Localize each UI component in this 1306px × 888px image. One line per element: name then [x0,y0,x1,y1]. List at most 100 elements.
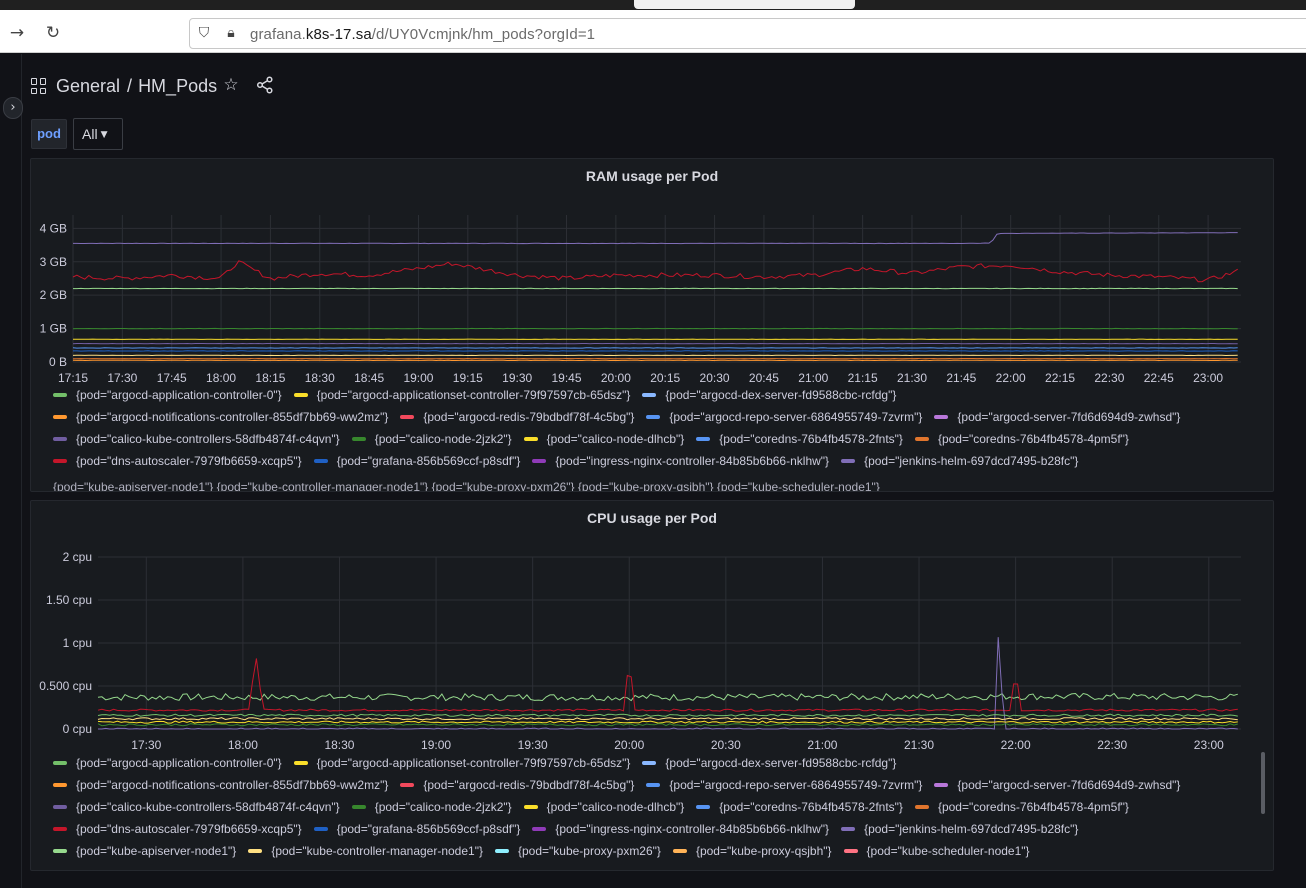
x-tick-label: 22:15 [1045,371,1075,385]
legend-item[interactable]: {pod="calico-kube-controllers-58dfb4874f… [53,800,340,814]
browser-tab[interactable] [634,0,855,9]
legend-item[interactable]: {pod="coredns-76b4fb4578-4pm5f"} [914,800,1129,814]
series-line[interactable] [97,723,1238,727]
page-title[interactable]: HM_Pods [138,76,217,97]
legend-item[interactable]: {pod="coredns-76b4fb4578-4pm5f"} [914,432,1129,446]
legend-row: {pod="calico-kube-controllers-58dfb4874f… [53,431,1141,447]
y-tick-label: 0.500 cpu [39,679,92,693]
legend-swatch [914,805,929,809]
legend-item[interactable]: {pod="kube-scheduler-node1"} [843,844,1030,858]
x-tick-label: 18:30 [305,371,335,385]
x-tick-label: 19:00 [403,371,433,385]
legend-row: {pod="calico-kube-controllers-58dfb4874f… [53,799,1141,815]
legend-item[interactable]: {pod="argocd-redis-79bdbdf78f-4c5bg"} [400,778,634,792]
url-text[interactable]: grafana.k8s-17.sa/d/UY0Vcmjnk/hm_pods?or… [250,26,595,43]
ram-usage-panel[interactable]: RAM usage per Pod 0 B1 GB 2 GB 3 GB 4 GB 17:… [30,158,1274,492]
series-line[interactable] [97,692,1238,702]
legend-item[interactable]: {pod="calico-node-2jzk2"} [351,800,512,814]
ram-usage-chart[interactable]: 0 B 1 GB 2 GB 3 GB 4 GB 17:15 17:30 17:45 18:00 1… [31,159,1274,389]
star-icon[interactable]: ☆ [221,75,241,95]
x-tick-label: 19:45 [552,371,582,385]
legend-item[interactable]: {pod="argocd-repo-server-6864955749-7zvr… [646,778,922,792]
series-line[interactable] [97,717,1238,721]
variable-select-pod[interactable]: All ▼ [73,118,123,150]
legend-item[interactable]: {pod="ingress-nginx-controller-84b85b6b6… [532,454,829,468]
legend-item[interactable]: {pod="calico-node-2jzk2"} [351,432,512,446]
cpu-usage-panel[interactable]: CPU usage per Pod 0 cpu 0.500 cpu 1 cpu 1.5… [30,500,1274,871]
legend-item[interactable]: {pod="kube-controller-manager-node1"} [248,844,483,858]
legend-item[interactable]: {pod="argocd-notifications-controller-85… [53,410,388,424]
legend-item[interactable]: {pod="kube-proxy-pxm26"} [494,844,661,858]
legend-scrollbar[interactable] [1261,752,1265,814]
legend-label: {pod="argocd-dex-server-fd9588cbc-rcfdg"… [665,388,897,402]
legend-item[interactable]: {pod="grafana-856b569ccf-p8sdf"} [313,454,520,468]
series-line[interactable] [97,720,1238,724]
legend-label: {pod="argocd-repo-server-6864955749-7zvr… [669,410,923,424]
legend-row-clipped: {pod="kube-apiserver-node1"} {pod="kube-… [53,480,880,492]
legend-label: {pod="dns-autoscaler-7979fb6659-xcqp5"} [76,822,302,836]
y-tick-label: 1 cpu [63,636,92,650]
x-tick-label: 20:30 [700,371,730,385]
legend-label: {pod="kube-proxy-pxm26"} [517,844,661,858]
arrow-right-icon[interactable]: → [6,22,28,44]
series-line[interactable] [73,232,1238,245]
legend-item[interactable]: {pod="calico-kube-controllers-58dfb4874f… [53,432,340,446]
legend-item[interactable]: {pod="argocd-dex-server-fd9588cbc-rcfdg"… [642,756,896,770]
legend-item[interactable]: {pod="argocd-notifications-controller-85… [53,778,388,792]
legend-swatch [53,805,67,809]
y-tick-label: 2 cpu [63,550,92,564]
x-tick-label: 21:00 [807,738,837,752]
breadcrumb-folder[interactable]: General [56,76,120,97]
legend-swatch [841,827,856,831]
legend-swatch [313,459,328,463]
chevron-right-icon[interactable]: › [3,97,23,119]
x-tick-label: 19:30 [518,738,548,752]
legend-swatch [841,459,856,463]
legend-item[interactable]: {pod="jenkins-helm-697dcd7495-b28fc"} [841,822,1078,836]
legend-item[interactable]: {pod="argocd-redis-79bdbdf78f-4c5bg"} [400,410,634,424]
series-line[interactable] [97,658,1238,712]
cpu-usage-chart[interactable]: 0 cpu 0.500 cpu 1 cpu 1.50 cpu 2 cpu 17:30 18:… [31,501,1274,753]
y-tick-label: 1 GB [40,322,67,336]
legend-item[interactable]: {pod="argocd-applicationset-controller-7… [293,756,630,770]
series-line[interactable] [72,260,1238,283]
legend-item[interactable]: {pod="argocd-dex-server-fd9588cbc-rcfdg"… [642,388,896,402]
legend-item[interactable]: {pod="calico-node-dlhcb"} [523,800,684,814]
legend-item[interactable]: {pod="argocd-server-7fd6d694d9-zwhsd"} [934,778,1180,792]
legend-item[interactable]: {pod="jenkins-helm-697dcd7495-b28fc"} [841,454,1078,468]
share-icon[interactable] [255,75,275,95]
legend-swatch [696,805,711,809]
x-tick-label: 21:30 [904,738,934,752]
reload-icon[interactable]: ↻ [42,22,64,44]
legend-item[interactable]: {pod="grafana-856b569ccf-p8sdf"} [313,822,520,836]
legend-item[interactable]: {pod="coredns-76b4fb4578-2fnts"} [696,800,903,814]
legend-item[interactable]: {pod="kube-proxy-qsjbh"} [672,844,832,858]
x-tick-label: 21:15 [848,371,878,385]
shield-icon[interactable]: ⛉ [195,24,213,42]
legend-item[interactable]: {pod="argocd-applicationset-controller-7… [293,388,630,402]
legend-item[interactable]: {pod="dns-autoscaler-7979fb6659-xcqp5"} [53,822,302,836]
legend-label: {pod="jenkins-helm-697dcd7495-b28fc"} [864,454,1079,468]
x-tick-label: 18:00 [228,738,258,752]
lock-icon[interactable]: 🔒︎ [222,24,240,42]
legend-label: {pod="ingress-nginx-controller-84b85b6b6… [555,454,830,468]
x-tick-label: 21:45 [946,371,976,385]
series-line[interactable] [97,713,1238,717]
legend-label: {pod="argocd-redis-79bdbdf78f-4c5bg"} [423,410,635,424]
legend-item[interactable]: {pod="dns-autoscaler-7979fb6659-xcqp5"} [53,454,302,468]
legend-item[interactable]: {pod="calico-node-dlhcb"} [523,432,684,446]
legend-item[interactable]: {pod="coredns-76b4fb4578-2fnts"} [696,432,903,446]
legend-item[interactable]: {pod="argocd-application-controller-0"} [53,756,282,770]
x-tick-label: 21:00 [798,371,828,385]
legend-swatch [843,849,858,853]
legend-swatch [934,415,949,419]
x-tick-label: 18:15 [255,371,285,385]
legend-item[interactable]: {pod="argocd-server-7fd6d694d9-zwhsd"} [934,410,1180,424]
legend-item[interactable]: {pod="kube-apiserver-node1"} [53,844,236,858]
legend-item[interactable]: {pod="argocd-application-controller-0"} [53,388,282,402]
legend-swatch [696,437,711,441]
legend-item[interactable]: {pod="ingress-nginx-controller-84b85b6b6… [532,822,829,836]
y-tick-label: 3 GB [40,255,67,269]
legend-swatch [53,783,67,787]
legend-item[interactable]: {pod="argocd-repo-server-6864955749-7zvr… [646,410,922,424]
